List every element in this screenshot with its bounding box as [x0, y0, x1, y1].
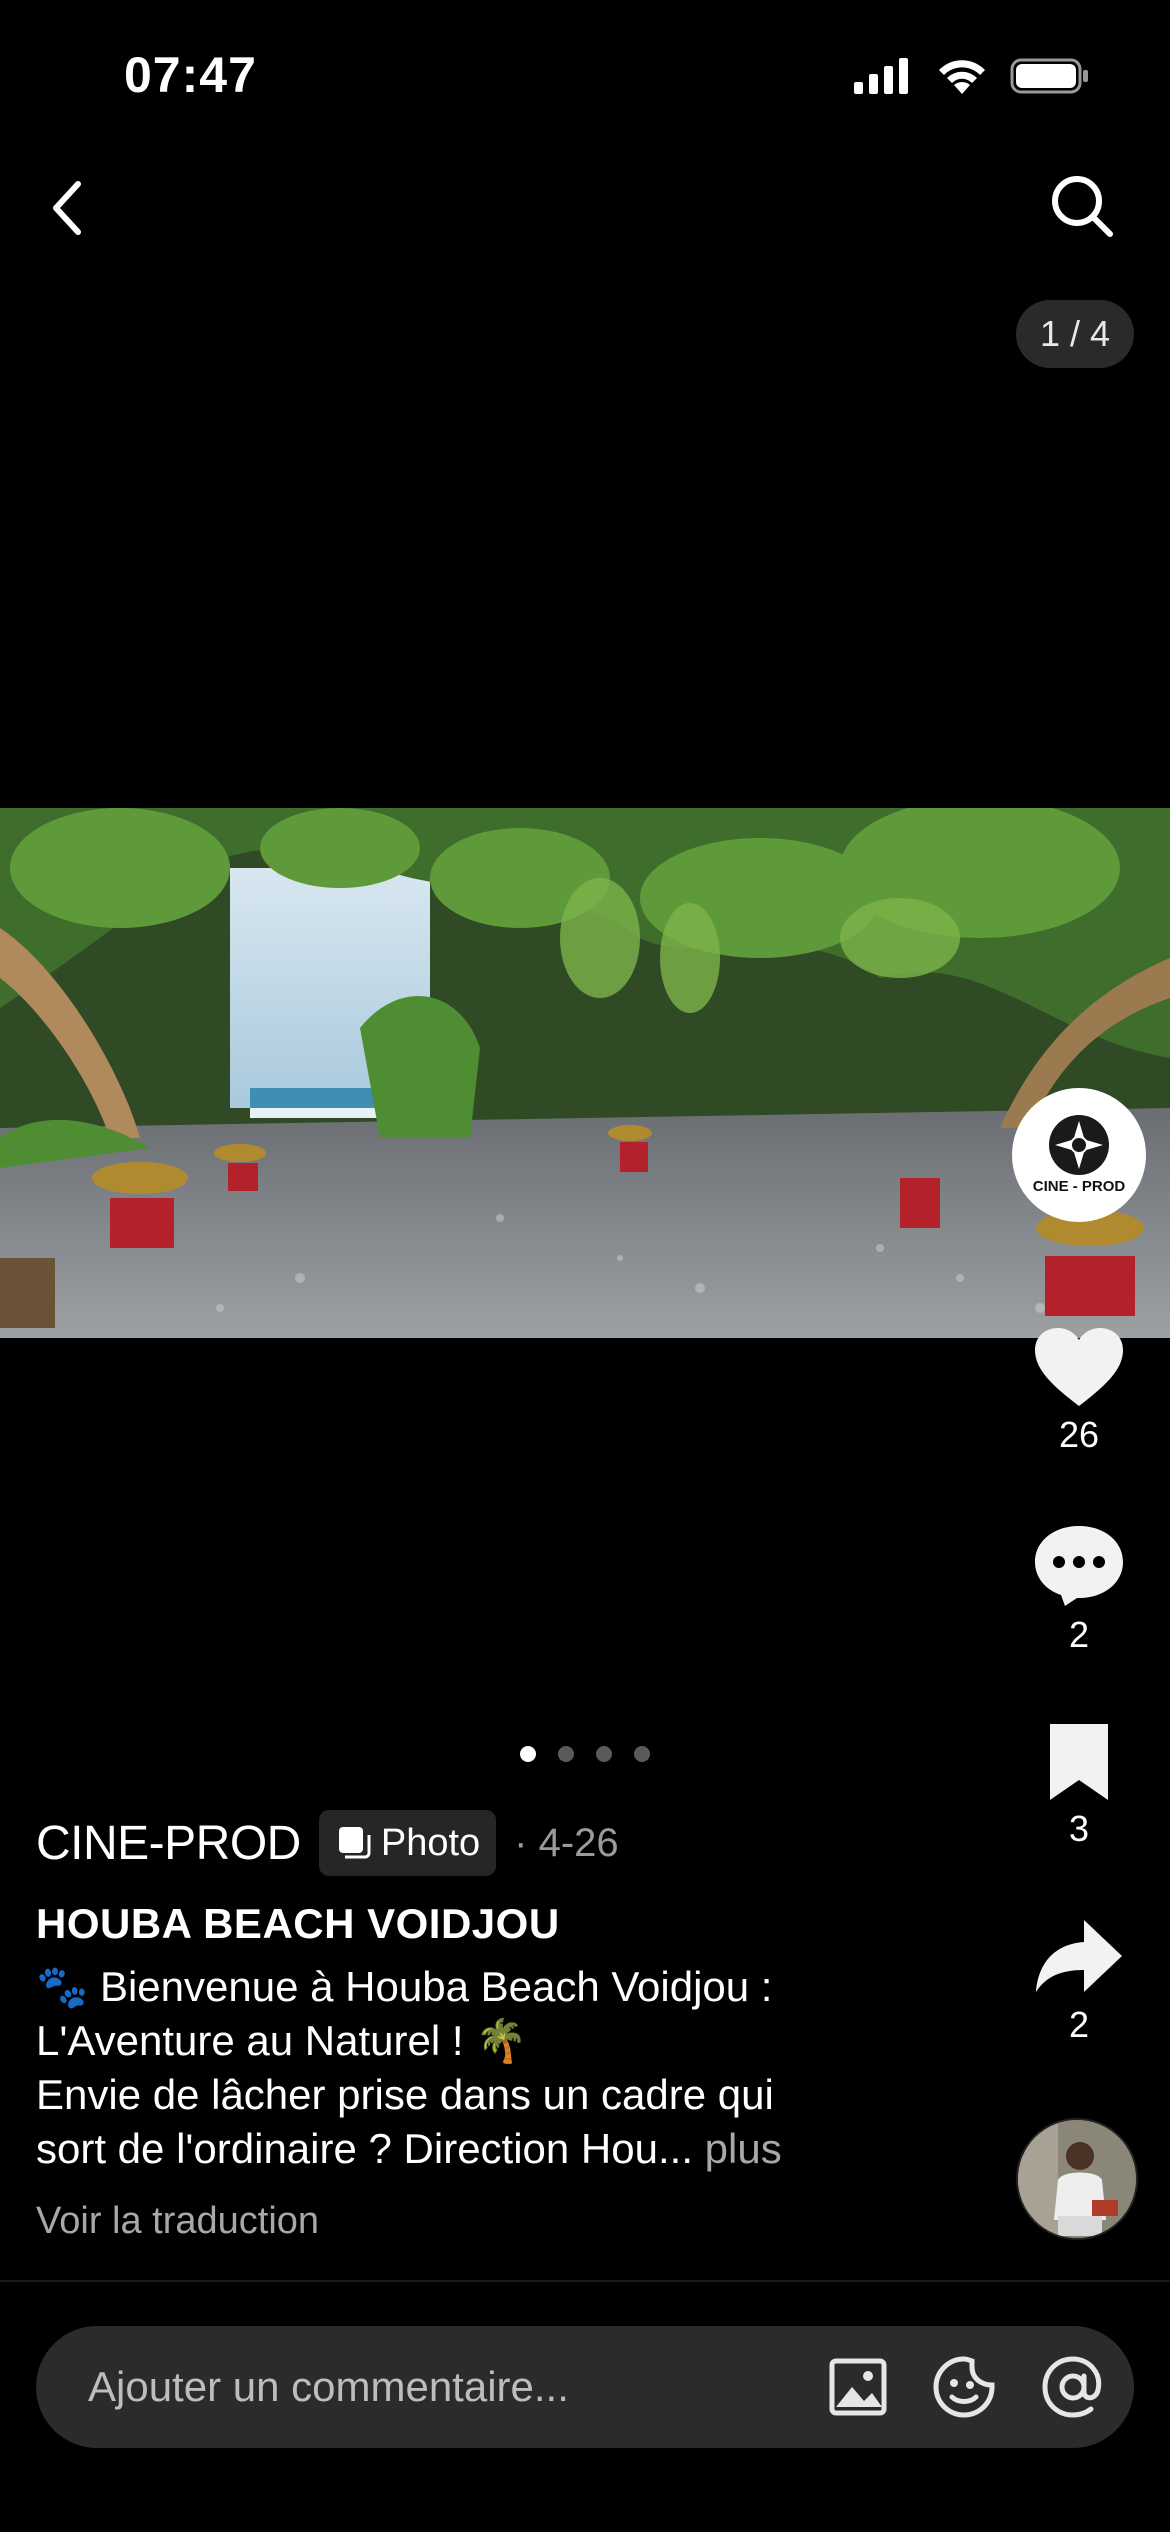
comment-input[interactable] — [88, 2363, 828, 2411]
user-avatar[interactable] — [1016, 2118, 1138, 2240]
like-count: 26 — [1058, 1414, 1100, 1455]
image-icon[interactable] — [828, 2357, 888, 2417]
photo-badge-label: Photo — [380, 1821, 481, 1864]
comment-bar — [36, 2326, 1134, 2448]
bookmark-icon — [1050, 1724, 1108, 1800]
palm-tree-emoji: 🌴 — [475, 2017, 528, 2064]
carousel-indicator — [520, 1746, 650, 1762]
photo-stack-icon — [338, 1827, 371, 1859]
cine-prod-logo: CINE - PROD — [1033, 1115, 1126, 1195]
cellular-signal-icon — [854, 58, 908, 94]
status-icons — [854, 56, 1090, 96]
beach-garden-photo — [0, 808, 1170, 1338]
status-bar: 07:47 — [0, 0, 1170, 150]
post-caption[interactable]: 🐾 Bienvenue à Houba Beach Voidjou : L'Av… — [36, 1960, 916, 2176]
caption-line: Envie de lâcher prise dans un cadre qui — [36, 2071, 774, 2118]
page-counter: 1 / 4 — [1015, 300, 1134, 368]
author-row: CINE-PROD Photo · 4-26 — [36, 1810, 619, 1876]
heart-icon — [1035, 1328, 1123, 1406]
sticker-icon[interactable] — [932, 2355, 996, 2419]
carousel-dot[interactable] — [558, 1746, 574, 1762]
comment-icons — [828, 2354, 1106, 2420]
carousel-dot[interactable] — [634, 1746, 650, 1762]
caption-line: L'Aventure au Naturel ! 🌴 — [36, 2017, 528, 2064]
paw-prints-emoji: 🐾 — [36, 1963, 89, 2010]
divider — [0, 2280, 1170, 2282]
translate-link[interactable]: Voir la traduction — [36, 2200, 319, 2243]
share-button[interactable]: 2 — [1020, 1918, 1138, 2046]
battery-icon — [1010, 58, 1088, 94]
carousel-dot[interactable] — [520, 1746, 536, 1762]
chevron-left-icon — [53, 181, 81, 235]
status-time: 07:47 — [124, 47, 257, 103]
post-date: · 4-26 — [514, 1820, 619, 1865]
comment-count: 2 — [1068, 1614, 1090, 1655]
search-icon — [1052, 176, 1113, 237]
comment-bubble-icon — [1035, 1526, 1123, 1606]
wifi-icon — [939, 60, 985, 94]
caption-line: sort de l'ordinaire ? Direction Hou... p… — [36, 2125, 782, 2172]
search-button[interactable] — [1042, 166, 1122, 246]
svg-text:CINE - PROD: CINE - PROD — [1033, 1178, 1126, 1195]
caption-line: 🐾 Bienvenue à Houba Beach Voidjou : — [36, 1963, 773, 2010]
share-count: 2 — [1068, 2004, 1090, 2045]
author-name[interactable]: CINE-PROD — [36, 1816, 301, 1871]
comment-button[interactable]: 2 — [1020, 1522, 1138, 1656]
share-arrow-icon — [1036, 1920, 1122, 1992]
author-avatar[interactable]: CINE - PROD — [1012, 1088, 1146, 1222]
save-button[interactable]: 3 — [1020, 1722, 1138, 1850]
post-title: HOUBA BEACH VOIDJOU — [36, 1900, 560, 1947]
back-button[interactable] — [36, 168, 100, 248]
post-photo[interactable] — [0, 808, 1170, 1338]
mention-icon[interactable] — [1040, 2354, 1106, 2420]
like-button[interactable]: 26 — [1020, 1326, 1138, 1456]
person-photo — [1018, 2120, 1136, 2238]
photo-badge: Photo — [318, 1810, 497, 1876]
carousel-dot[interactable] — [596, 1746, 612, 1762]
more-link[interactable]: plus — [705, 2125, 782, 2172]
save-count: 3 — [1068, 1808, 1090, 1849]
